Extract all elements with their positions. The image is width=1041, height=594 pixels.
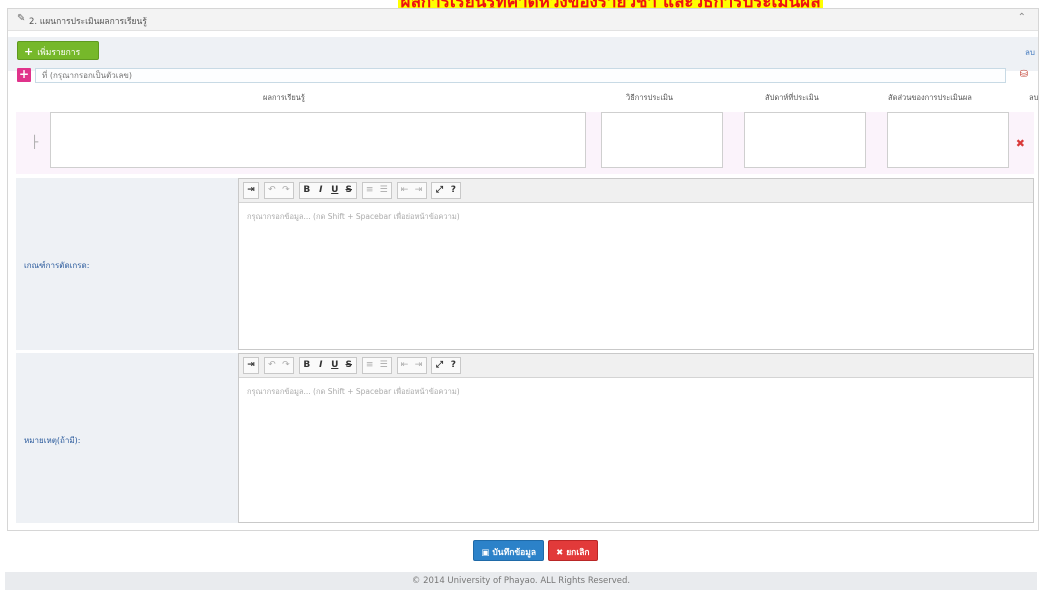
bullet-list-button[interactable]: ☰ bbox=[377, 183, 391, 198]
fullscreen-button[interactable]: ⤢ bbox=[432, 358, 446, 373]
notes-row: หมายเหตุ(ถ้ามี): ⇥ ↶ ↷ BIUS ≡ ☰ ⇤ ⇥ ⤢? กรุณ… bbox=[16, 353, 1034, 523]
underline-button[interactable]: U bbox=[328, 358, 342, 373]
redo-button[interactable]: ↷ bbox=[279, 358, 293, 373]
ordered-list-button[interactable]: ≡ bbox=[363, 183, 377, 198]
assessment-plan-panel: ✎ 2. แผนการประเมินผลการเรียนรู้ ⌃ + เพิ่ม… bbox=[7, 8, 1039, 531]
save-label: บันทึกข้อมูล bbox=[492, 548, 537, 558]
indent-button[interactable]: ⇥ bbox=[244, 183, 258, 198]
undo-button[interactable]: ↶ bbox=[265, 358, 279, 373]
chevron-up-icon[interactable]: ⌃ bbox=[1018, 12, 1026, 23]
form-actions: ▣ บันทึกข้อมูล ✖ ยกเลิก bbox=[0, 540, 1041, 564]
indent-list-button[interactable]: ⇥ bbox=[412, 183, 426, 198]
editor-toolbar: ⇥ ↶ ↷ BIUS ≡ ☰ ⇤ ⇥ ⤢? bbox=[239, 354, 1033, 378]
save-icon: ▣ bbox=[481, 548, 493, 558]
item-number-input[interactable] bbox=[35, 68, 1006, 83]
ratio-textarea[interactable] bbox=[887, 112, 1009, 168]
delete-all-link[interactable]: ลบ bbox=[1025, 46, 1035, 59]
notes-label: หมายเหตุ(ถ้ามี): bbox=[24, 436, 81, 445]
add-item-label: เพิ่มรายการ bbox=[37, 48, 81, 58]
method-textarea[interactable] bbox=[601, 112, 723, 168]
notes-editor: ⇥ ↶ ↷ BIUS ≡ ☰ ⇤ ⇥ ⤢? กรุณากรอกข้อมูล... (ก… bbox=[238, 353, 1034, 523]
fullscreen-button[interactable]: ⤢ bbox=[432, 183, 446, 198]
top-banner: ผลการเรียนรู้ที่คาดหวังของรายวิชา และวิธ… bbox=[0, 0, 1041, 8]
edit-icon: ✎ bbox=[17, 13, 26, 24]
undo-button[interactable]: ↶ bbox=[265, 183, 279, 198]
ordered-list-button[interactable]: ≡ bbox=[363, 358, 377, 373]
criteria-editor-body[interactable]: กรุณากรอกข้อมูล... (กด Shift + Spacebar … bbox=[239, 203, 1033, 231]
italic-button[interactable]: I bbox=[314, 358, 328, 373]
item-number-row: + ⛁ bbox=[8, 67, 1038, 85]
column-method: วิธีการประเมิน bbox=[626, 93, 674, 102]
editor-toolbar: ⇥ ↶ ↷ BIUS ≡ ☰ ⇤ ⇥ ⤢? bbox=[239, 179, 1033, 203]
panel-header[interactable]: ✎ 2. แผนการประเมินผลการเรียนรู้ ⌃ bbox=[8, 9, 1038, 31]
plus-icon: + bbox=[24, 45, 34, 58]
add-item-toolbar: + เพิ่มรายการ ลบ bbox=[8, 37, 1038, 71]
redo-button[interactable]: ↷ bbox=[279, 183, 293, 198]
add-item-button[interactable]: + เพิ่มรายการ bbox=[17, 41, 99, 60]
help-button[interactable]: ? bbox=[446, 183, 460, 198]
notes-editor-body[interactable]: กรุณากรอกข้อมูล... (กด Shift + Spacebar … bbox=[239, 378, 1033, 406]
underline-button[interactable]: U bbox=[328, 183, 342, 198]
cancel-label: ยกเลิก bbox=[566, 548, 590, 558]
criteria-row: เกณฑ์การตัดเกรด: ⇥ ↶ ↷ BIUS ≡ ☰ ⇤ ⇥ ⤢? กรุณ… bbox=[16, 178, 1034, 350]
strike-button[interactable]: S bbox=[342, 183, 356, 198]
section-title: 2. แผนการประเมินผลการเรียนรู้ bbox=[29, 17, 147, 27]
indent-button[interactable]: ⇥ bbox=[244, 358, 258, 373]
banner-text: ผลการเรียนรู้ที่คาดหวังของรายวิชา และวิธ… bbox=[398, 0, 823, 8]
indent-list-button[interactable]: ⇥ bbox=[412, 358, 426, 373]
help-button[interactable]: ? bbox=[446, 358, 460, 373]
outdent-button[interactable]: ⇤ bbox=[398, 358, 412, 373]
database-delete-icon[interactable]: ⛁ bbox=[1020, 69, 1028, 80]
strike-button[interactable]: S bbox=[342, 358, 356, 373]
column-outcome: ผลการเรียนรู้ bbox=[263, 93, 305, 102]
save-button[interactable]: ▣ บันทึกข้อมูล bbox=[473, 540, 545, 561]
add-row-icon[interactable]: + bbox=[17, 68, 31, 82]
column-ratio: สัดส่วนของการประเมินผล bbox=[888, 93, 972, 102]
italic-button[interactable]: I bbox=[314, 183, 328, 198]
bold-button[interactable]: B bbox=[300, 358, 314, 373]
tree-connector-icon: ├ bbox=[31, 135, 39, 149]
copyright-text: © 2014 University of Phayao. ALL Rights … bbox=[411, 576, 631, 586]
column-week: สัปดาห์ที่ประเมิน bbox=[765, 93, 819, 102]
cancel-button[interactable]: ✖ ยกเลิก bbox=[548, 540, 598, 561]
bullet-list-button[interactable]: ☰ bbox=[377, 358, 391, 373]
criteria-editor: ⇥ ↶ ↷ BIUS ≡ ☰ ⇤ ⇥ ⤢? กรุณากรอกข้อมูล... (ก… bbox=[238, 178, 1034, 350]
delete-row-icon[interactable]: ✖ bbox=[1016, 137, 1025, 150]
column-delete: ลบ bbox=[1029, 93, 1039, 102]
close-icon: ✖ bbox=[556, 548, 567, 558]
outcome-textarea[interactable] bbox=[50, 112, 586, 168]
bold-button[interactable]: B bbox=[300, 183, 314, 198]
week-textarea[interactable] bbox=[744, 112, 866, 168]
site-footer: © 2014 University of Phayao. ALL Rights … bbox=[5, 572, 1037, 590]
criteria-label: เกณฑ์การตัดเกรด: bbox=[24, 261, 90, 270]
outdent-button[interactable]: ⇤ bbox=[398, 183, 412, 198]
assessment-item-row: ├ ✖ bbox=[16, 112, 1034, 174]
